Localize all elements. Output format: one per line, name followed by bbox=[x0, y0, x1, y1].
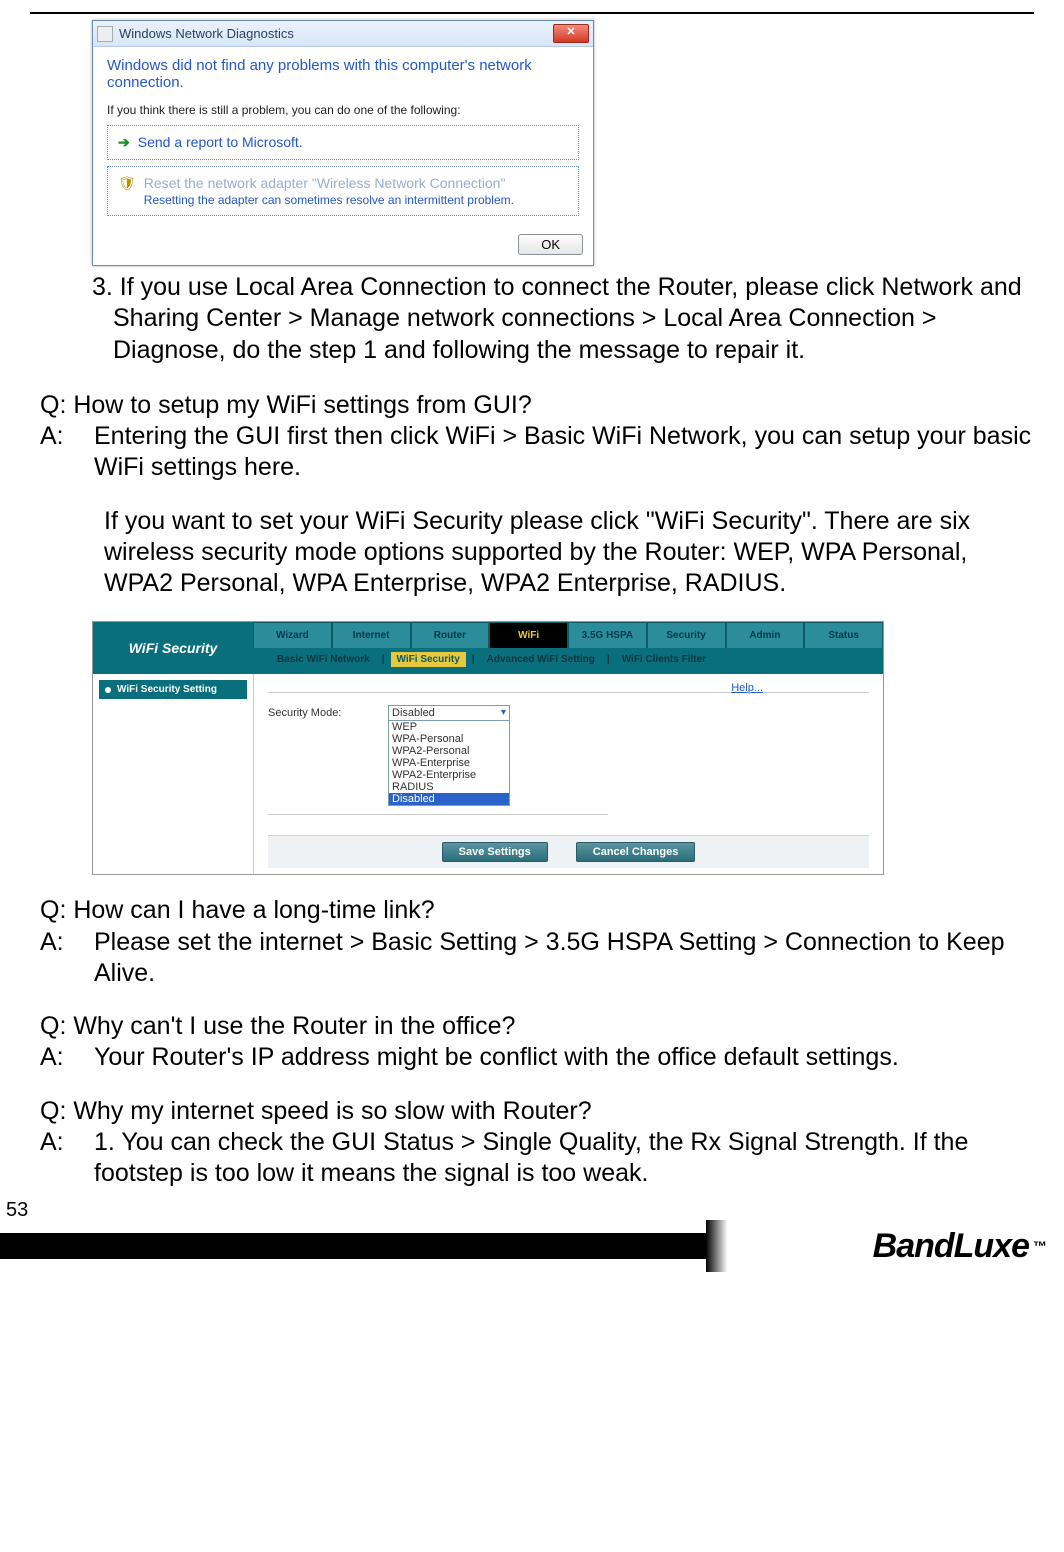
option-reset-sub: Resetting the adapter can sometimes reso… bbox=[144, 193, 514, 207]
dialog-body: Windows did not find any problems with t… bbox=[93, 47, 593, 228]
q-wifi-setup: Q: How to setup my WiFi settings from GU… bbox=[40, 390, 1034, 421]
tab-admin[interactable]: Admin bbox=[726, 622, 805, 648]
opt-wep[interactable]: WEP bbox=[389, 721, 509, 733]
subtab-sep: | bbox=[472, 654, 475, 665]
q-slow-internet: Q: Why my internet speed is so slow with… bbox=[40, 1096, 1034, 1127]
opt-wpa-personal[interactable]: WPA-Personal bbox=[389, 733, 509, 745]
security-mode-label: Security Mode: bbox=[268, 705, 388, 719]
opt-radius[interactable]: RADIUS bbox=[389, 781, 509, 793]
option-send-report[interactable]: ➔ Send a report to Microsoft. bbox=[107, 125, 579, 160]
save-settings-button[interactable]: Save Settings bbox=[442, 842, 548, 862]
dialog-message: Windows did not find any problems with t… bbox=[107, 57, 579, 91]
subtab-advanced-wifi[interactable]: Advanced WiFi Setting bbox=[481, 652, 601, 667]
dialog-title: Windows Network Diagnostics bbox=[119, 26, 553, 41]
cancel-changes-button[interactable]: Cancel Changes bbox=[576, 842, 696, 862]
security-mode-select[interactable]: Disabled ▾ WEP WPA-Personal WPA2-Persona… bbox=[388, 705, 510, 806]
bullet-icon bbox=[105, 687, 111, 693]
subtab-basic-wifi[interactable]: Basic WiFi Network bbox=[271, 652, 376, 667]
a-label: A: bbox=[40, 421, 94, 484]
tab-internet[interactable]: Internet bbox=[332, 622, 411, 648]
q-router-office: Q: Why can't I use the Router in the off… bbox=[40, 1011, 1034, 1042]
chevron-down-icon: ▾ bbox=[501, 707, 506, 719]
tab-wizard[interactable]: Wizard bbox=[253, 622, 332, 648]
a-label: A: bbox=[40, 1042, 94, 1073]
sidebar-item-wifi-security-setting[interactable]: WiFi Security Setting bbox=[99, 680, 247, 699]
arrow-right-icon: ➔ bbox=[118, 134, 130, 151]
option-send-report-label: Send a report to Microsoft. bbox=[138, 134, 303, 150]
router-button-bar: Save Settings Cancel Changes bbox=[268, 835, 869, 868]
step-3-prefix: 3. bbox=[92, 273, 120, 301]
windows-diagnostics-dialog: Windows Network Diagnostics ✕ Windows di… bbox=[92, 20, 594, 266]
dialog-app-icon bbox=[97, 26, 113, 42]
opt-wpa2-personal[interactable]: WPA2-Personal bbox=[389, 745, 509, 757]
router-main-tabs: Wizard Internet Router WiFi 3.5G HSPA Se… bbox=[253, 622, 883, 648]
router-content: Help... Security Mode: Disabled ▾ WEP WP… bbox=[254, 674, 883, 874]
close-icon[interactable]: ✕ bbox=[553, 24, 589, 43]
dialog-titlebar: Windows Network Diagnostics ✕ bbox=[93, 21, 593, 47]
tab-security[interactable]: Security bbox=[647, 622, 726, 648]
router-section-title: WiFi Security bbox=[93, 622, 253, 674]
router-sub-tabs: Basic WiFi Network | WiFi Security | Adv… bbox=[253, 648, 883, 670]
tab-status[interactable]: Status bbox=[804, 622, 883, 648]
qa-router-office: Q: Why can't I use the Router in the off… bbox=[40, 1011, 1034, 1074]
subtab-wifi-security[interactable]: WiFi Security bbox=[391, 652, 466, 667]
ok-button[interactable]: OK bbox=[518, 234, 583, 255]
a-wifi-setup-2: If you want to set your WiFi Security pl… bbox=[104, 506, 1034, 600]
opt-wpa2-enterprise[interactable]: WPA2-Enterprise bbox=[389, 769, 509, 781]
trademark-symbol: ™ bbox=[1033, 1238, 1046, 1254]
page-footer: 53 BandLuxe™ bbox=[0, 1199, 1064, 1272]
brand-logo: BandLuxe™ bbox=[706, 1220, 1064, 1272]
tab-wifi[interactable]: WiFi bbox=[489, 622, 568, 648]
footer-bar bbox=[0, 1233, 706, 1259]
option-reset-adapter[interactable]: 🛡 Reset the network adapter "Wireless Ne… bbox=[107, 166, 579, 216]
select-value: Disabled bbox=[392, 707, 435, 719]
a-long-time-link: Please set the internet > Basic Setting … bbox=[94, 927, 1034, 990]
qa-wifi-setup: Q: How to setup my WiFi settings from GU… bbox=[40, 390, 1034, 600]
page-number: 53 bbox=[0, 1199, 1064, 1222]
dialog-button-row: OK bbox=[93, 228, 593, 265]
help-link[interactable]: Help... bbox=[731, 682, 763, 694]
brand-text: BandLuxe bbox=[873, 1227, 1029, 1266]
a-router-office: Your Router's IP address might be confli… bbox=[94, 1042, 1034, 1073]
a-slow-internet: 1. You can check the GUI Status > Single… bbox=[94, 1127, 1034, 1190]
tab-router[interactable]: Router bbox=[411, 622, 490, 648]
router-sidebar: WiFi Security Setting bbox=[93, 674, 254, 874]
subtab-sep: | bbox=[382, 654, 385, 665]
a-label: A: bbox=[40, 927, 94, 990]
select-dropdown: WEP WPA-Personal WPA2-Personal WPA-Enter… bbox=[389, 721, 509, 805]
shield-icon: 🛡 bbox=[118, 175, 136, 192]
subtab-sep: | bbox=[607, 654, 610, 665]
sidebar-item-label: WiFi Security Setting bbox=[117, 684, 217, 695]
opt-disabled[interactable]: Disabled bbox=[389, 793, 509, 805]
dialog-subtext: If you think there is still a problem, y… bbox=[107, 103, 579, 117]
step-3-text: 3. If you use Local Area Connection to c… bbox=[92, 272, 1034, 366]
opt-wpa-enterprise[interactable]: WPA-Enterprise bbox=[389, 757, 509, 769]
q-long-time-link: Q: How can I have a long-time link? bbox=[40, 895, 1034, 926]
qa-slow-internet: Q: Why my internet speed is so slow with… bbox=[40, 1096, 1034, 1190]
divider bbox=[268, 814, 608, 815]
qa-long-time-link: Q: How can I have a long-time link? A: P… bbox=[40, 895, 1034, 989]
option-reset-title: Reset the network adapter "Wireless Netw… bbox=[144, 175, 506, 191]
subtab-clients-filter[interactable]: WiFi Clients Filter bbox=[616, 652, 712, 667]
router-gui-screenshot: WiFi Security Wizard Internet Router WiF… bbox=[92, 621, 884, 875]
step-3-body: If you use Local Area Connection to conn… bbox=[113, 273, 1022, 364]
tab-hspa[interactable]: 3.5G HSPA bbox=[568, 622, 647, 648]
a-label: A: bbox=[40, 1127, 94, 1190]
divider bbox=[268, 692, 869, 693]
a-wifi-setup-1: Entering the GUI first then click WiFi >… bbox=[94, 421, 1034, 484]
